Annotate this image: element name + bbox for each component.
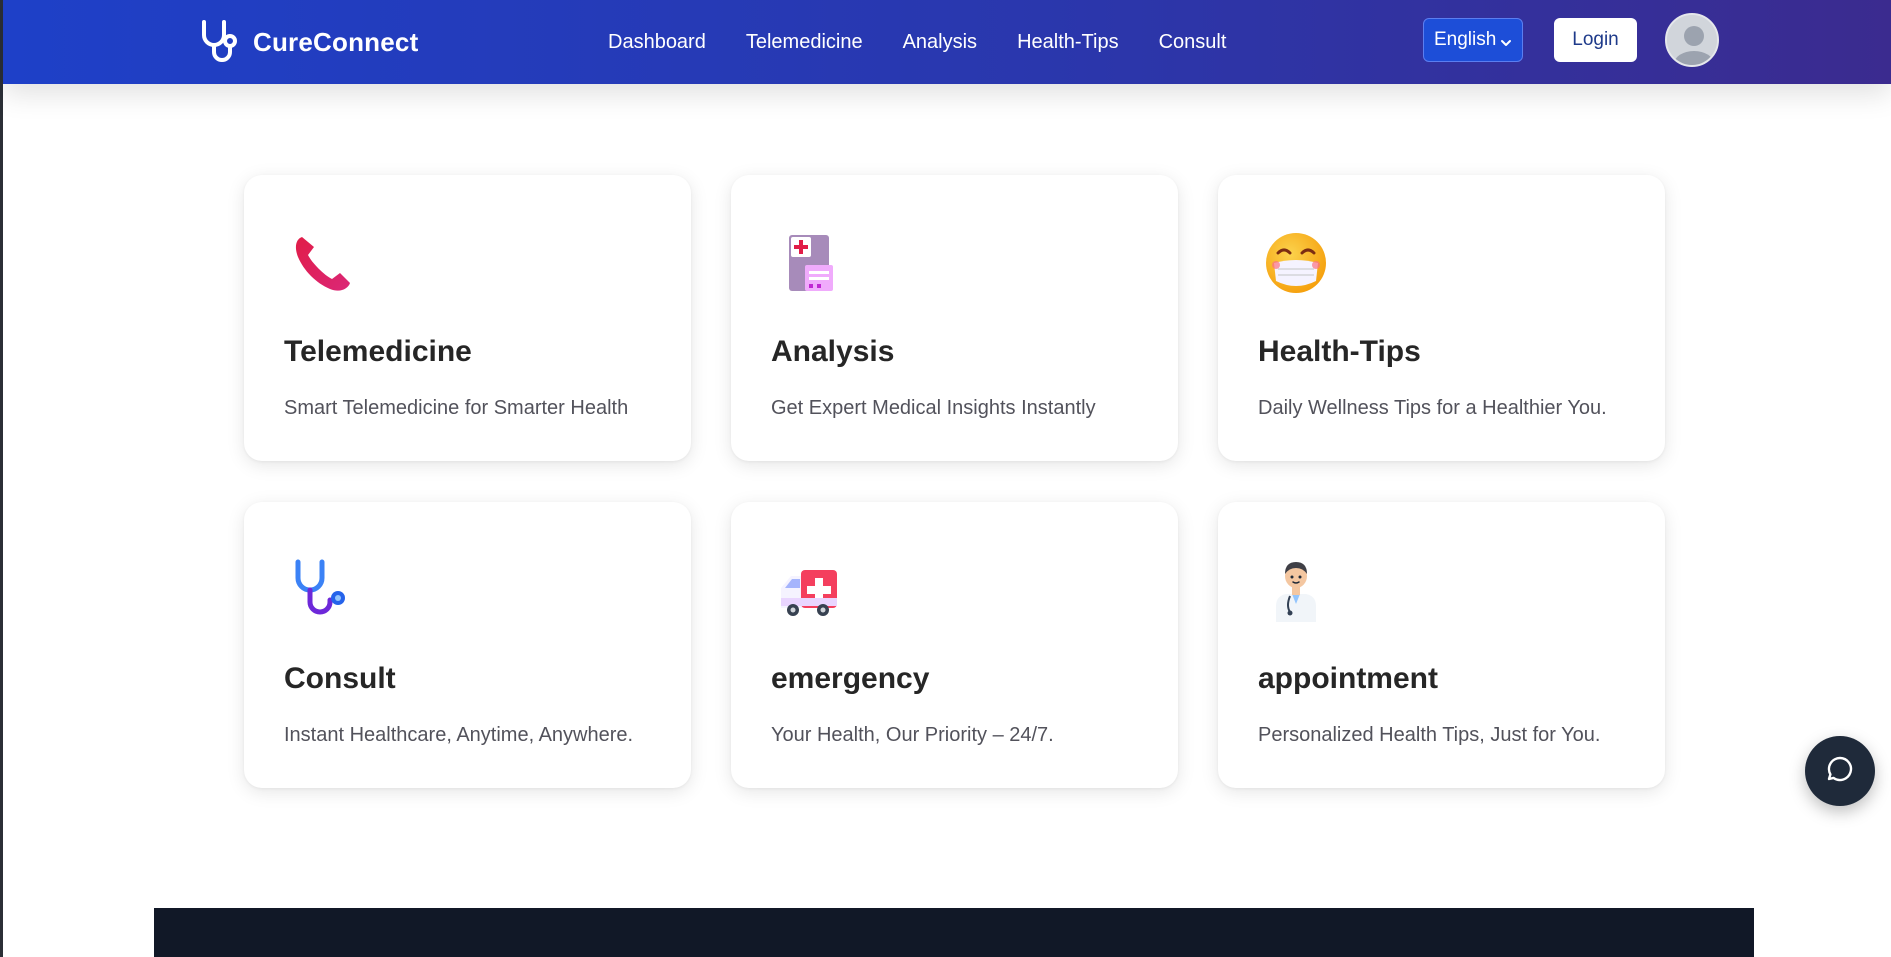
card-title: Telemedicine: [284, 335, 472, 368]
card-analysis[interactable]: Analysis Get Expert Medical Insights Ins…: [731, 175, 1178, 461]
stethoscope-icon: [290, 558, 354, 622]
nav-telemedicine[interactable]: Telemedicine: [726, 31, 883, 54]
brand-link[interactable]: CureConnect: [195, 14, 418, 70]
footer: [154, 908, 1754, 957]
language-select[interactable]: English: [1423, 18, 1523, 62]
card-appointment[interactable]: appointment Personalized Health Tips, Ju…: [1218, 502, 1665, 788]
main-nav: Dashboard Telemedicine Analysis Health-T…: [588, 0, 1246, 84]
card-title: Analysis: [771, 335, 895, 368]
card-emergency[interactable]: emergency Your Health, Our Priority – 24…: [731, 502, 1178, 788]
card-description: Daily Wellness Tips for a Healthier You.: [1258, 397, 1607, 419]
card-health-tips[interactable]: Health-Tips Daily Wellness Tips for a He…: [1218, 175, 1665, 461]
doctor-icon: [1264, 558, 1328, 622]
ambulance-icon: [777, 558, 841, 622]
card-description: Instant Healthcare, Anytime, Anywhere.: [284, 724, 634, 746]
window-edge: [0, 0, 3, 957]
navbar: CureConnect Dashboard Telemedicine Analy…: [3, 0, 1891, 84]
stethoscope-logo-icon: [195, 18, 243, 66]
card-title: appointment: [1258, 662, 1438, 695]
card-description: Your Health, Our Priority – 24/7.: [771, 724, 1054, 746]
login-button[interactable]: Login: [1554, 18, 1637, 62]
chat-button[interactable]: [1805, 736, 1875, 806]
nav-analysis[interactable]: Analysis: [883, 31, 997, 54]
card-title: Health-Tips: [1258, 335, 1421, 368]
card-consult[interactable]: Consult Instant Healthcare, Anytime, Any…: [244, 502, 691, 788]
card-description: Get Expert Medical Insights Instantly: [771, 397, 1096, 419]
telephone-icon: [290, 231, 354, 295]
face-mask-emoji-icon: [1264, 231, 1328, 295]
brand-name: CureConnect: [253, 26, 419, 57]
card-description: Smart Telemedicine for Smarter Health: [284, 397, 629, 419]
card-title: Consult: [284, 662, 396, 695]
nav-health-tips[interactable]: Health-Tips: [997, 31, 1139, 54]
page: CureConnect Dashboard Telemedicine Analy…: [0, 0, 1891, 957]
card-description: Personalized Health Tips, Just for You.: [1258, 724, 1601, 746]
hospital-document-icon: [777, 231, 841, 295]
chat-bubble-icon: [1825, 754, 1855, 789]
card-telemedicine[interactable]: Telemedicine Smart Telemedicine for Smar…: [244, 175, 691, 461]
card-title: emergency: [771, 662, 930, 695]
nav-dashboard[interactable]: Dashboard: [588, 31, 726, 54]
chevron-down-icon: [1500, 33, 1512, 55]
nav-consult[interactable]: Consult: [1139, 31, 1247, 54]
language-selected-value: English: [1434, 29, 1497, 50]
user-avatar-icon[interactable]: [1665, 13, 1719, 67]
